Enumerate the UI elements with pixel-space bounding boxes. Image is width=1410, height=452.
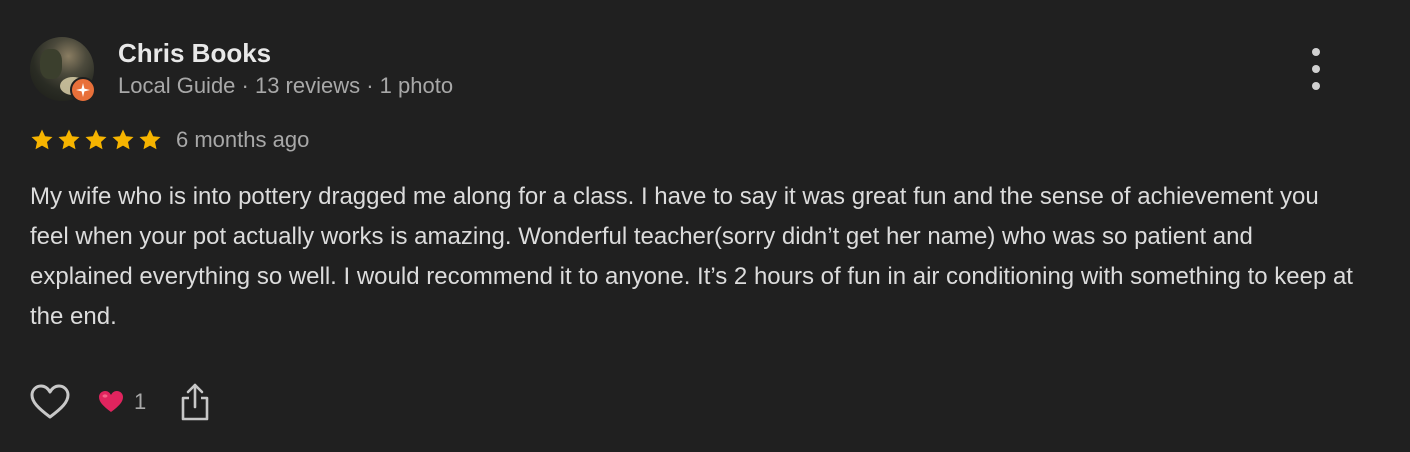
review-actions: 1	[30, 380, 212, 424]
star-rating	[30, 128, 162, 152]
reviewer-name[interactable]: Chris Books	[118, 38, 271, 69]
like-button[interactable]	[30, 382, 70, 422]
star-icon	[112, 129, 134, 150]
reaction-count: 1	[134, 389, 147, 414]
star-icon	[139, 129, 161, 150]
red-heart-icon	[99, 391, 123, 412]
star-icon	[31, 129, 53, 150]
review-date: 6 months ago	[176, 127, 310, 152]
reviewer-meta: Local Guide · 13 reviews · 1 photo	[118, 73, 454, 98]
local-guide-badge-icon	[70, 77, 96, 103]
review-text: My wife who is into pottery dragged me a…	[30, 183, 1353, 330]
rating-row: 6 months ago	[30, 124, 309, 156]
avatar[interactable]	[30, 37, 96, 103]
heart-outline-icon	[30, 384, 70, 419]
star-icon	[85, 129, 107, 150]
more-vertical-icon	[1312, 48, 1320, 56]
review-card: Chris Books Local Guide · 13 reviews · 1…	[0, 0, 1410, 452]
share-icon	[181, 383, 209, 421]
more-options-button[interactable]	[1300, 48, 1332, 90]
share-button[interactable]	[178, 382, 212, 422]
star-icon	[58, 129, 80, 150]
reaction-heart[interactable]: 1	[98, 389, 146, 415]
